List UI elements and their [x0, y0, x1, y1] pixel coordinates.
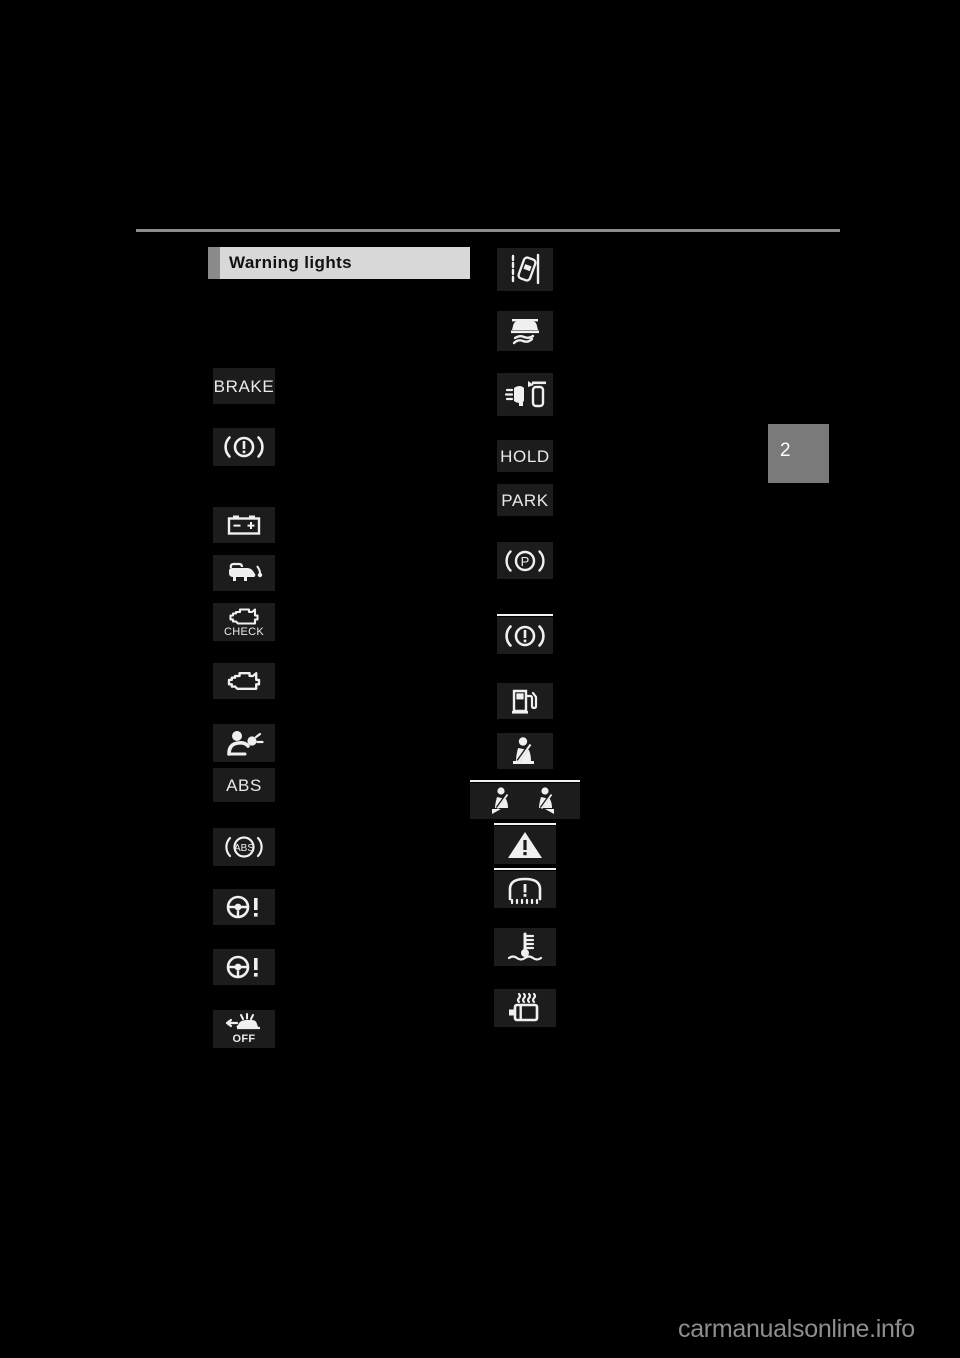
chapter-number: 2: [780, 440, 791, 461]
header-rule: [136, 229, 840, 232]
check-engine-label: CHECK: [223, 625, 264, 638]
page-separator-line-4: [494, 868, 556, 870]
manual-page: Warning lights 2 BRAKE CHECK ABS ABS OFF…: [0, 0, 960, 1358]
low-fuel-warning-icon: [497, 683, 553, 719]
tire-pressure-warning-icon: [494, 871, 556, 908]
lane-departure-alert-warning-icon: [497, 248, 553, 291]
power-steering-warning-icon: [213, 949, 275, 985]
abs-warning-icon: ABS: [213, 828, 275, 866]
engine-malfunction-warning-icon: [213, 663, 275, 699]
chapter-tab: 2: [768, 424, 829, 483]
page-separator-line-2: [470, 780, 580, 782]
electric-parking-brake-text-icon: PARK: [497, 484, 553, 516]
page-separator-line-3: [494, 823, 556, 825]
svg-text:P: P: [521, 554, 530, 569]
page-title: Warning lights: [229, 253, 353, 272]
pcs-off-label: OFF: [232, 1033, 256, 1045]
brake-system-warning-icon: [213, 428, 275, 466]
front-seat-belt-reminder-icon: [497, 733, 553, 769]
brake-warning-label: BRAKE: [213, 376, 275, 396]
electric-power-steering-warning-icon: [213, 889, 275, 925]
brake-warning-text-icon: BRAKE: [213, 368, 275, 404]
hold-label: HOLD: [500, 446, 550, 466]
brake-hold-text-icon: HOLD: [497, 440, 553, 472]
svg-text:ABS: ABS: [234, 843, 254, 854]
park-label: PARK: [501, 490, 549, 510]
check-engine-warning-icon: CHECK: [213, 603, 275, 641]
section-header-body: Warning lights: [220, 247, 470, 279]
page-separator-line-1: [497, 614, 553, 616]
site-watermark: carmanualsonline.info: [678, 1315, 915, 1343]
section-header: Warning lights: [208, 247, 470, 279]
abs-warning-text-icon: ABS: [213, 768, 275, 802]
rear-seat-belt-reminder-icon: [470, 783, 580, 819]
srs-airbag-warning-icon: [213, 724, 275, 762]
transmission-overheat-warning-icon: [494, 989, 556, 1027]
vsc-slip-indicator-icon: [497, 311, 553, 351]
brake-system-warning-icon-2: [497, 617, 553, 654]
pre-collision-system-off-icon: OFF: [213, 1010, 275, 1048]
adaptive-front-lighting-warning-icon: [497, 373, 553, 416]
master-warning-triangle-icon: [494, 826, 556, 864]
battery-charging-warning-icon: [213, 507, 275, 543]
parking-brake-warning-icon: P: [497, 542, 553, 579]
abs-warning-label: ABS: [226, 775, 262, 795]
section-accent-block: [208, 247, 220, 279]
oil-pressure-warning-icon: [213, 555, 275, 591]
engine-coolant-temperature-icon: [494, 928, 556, 966]
